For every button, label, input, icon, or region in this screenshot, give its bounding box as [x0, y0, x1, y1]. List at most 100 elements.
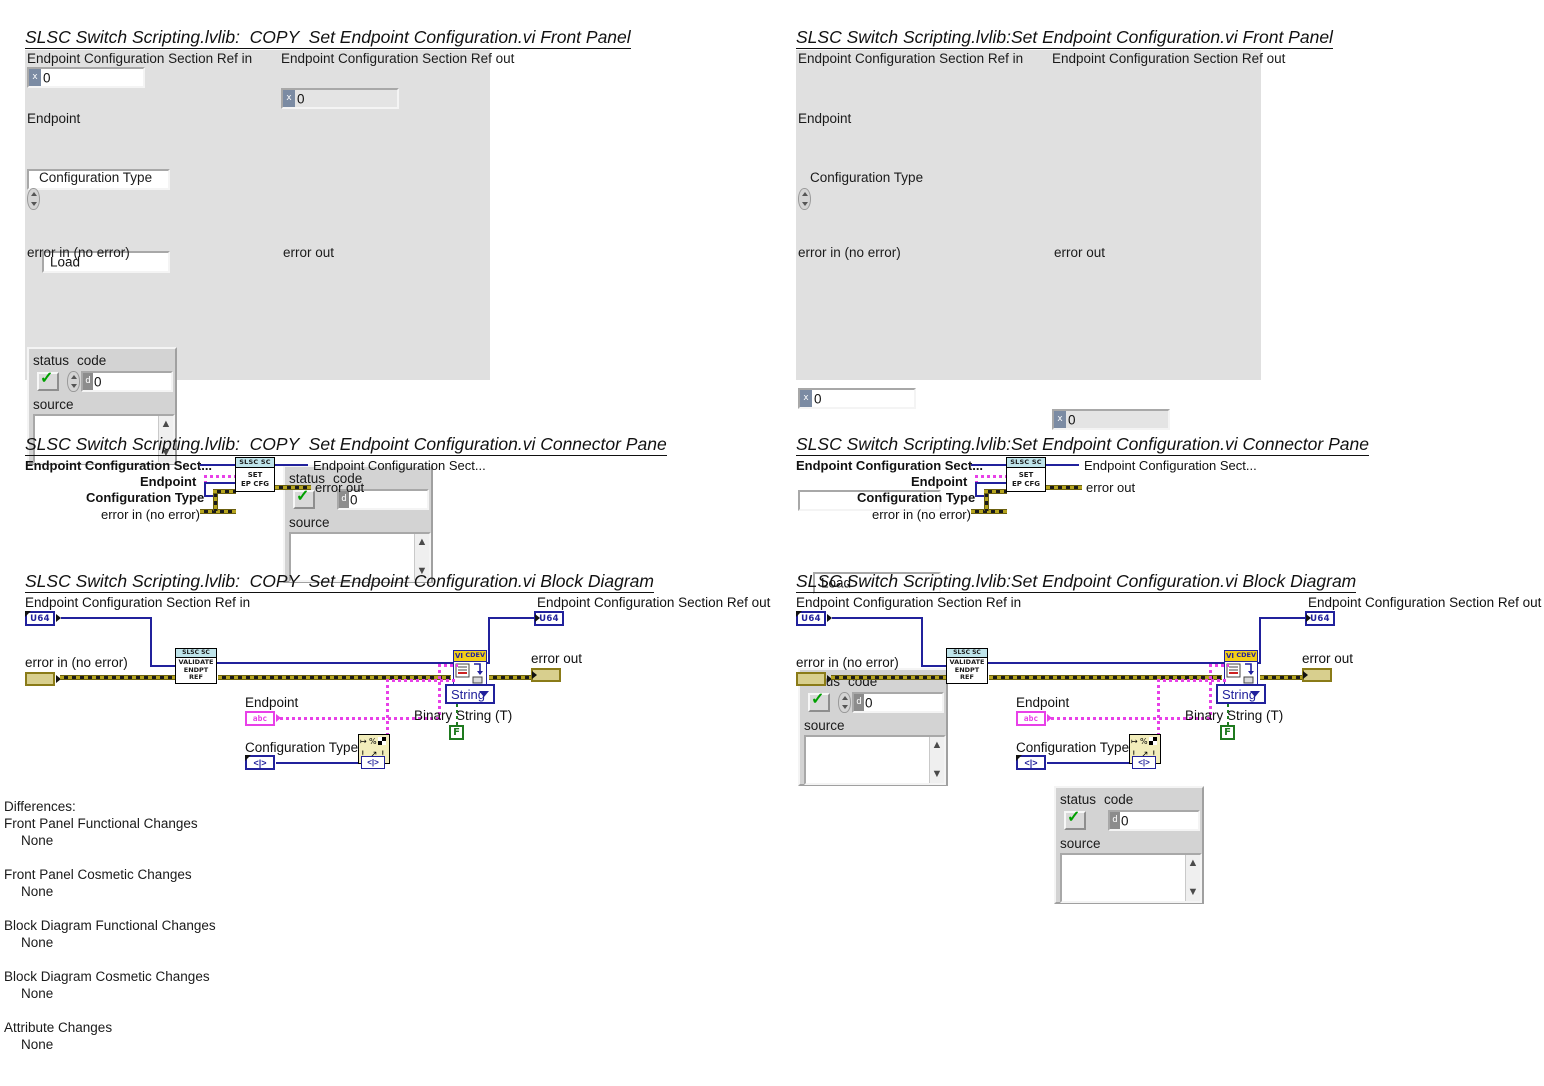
bd-string-ring-constant[interactable]: String: [1216, 684, 1266, 704]
ref-in-control[interactable]: x 0: [798, 388, 916, 409]
ref-out-indicator: x 0: [1052, 409, 1170, 430]
config-type-stepper[interactable]: [27, 188, 40, 210]
cp-wire-ref-out: [1046, 464, 1079, 466]
left-connector-pane-title: SLSC Switch Scripting.lvlib: COPY Set En…: [25, 434, 667, 457]
scroll-up-icon[interactable]: ▲: [161, 419, 172, 430]
cp-terminal-label-error-out: error out: [1086, 480, 1136, 495]
config-type-label: Configuration Type: [810, 170, 924, 185]
cp-wire-error-out: [275, 485, 311, 490]
bd-wire-to-ref-out-v: [488, 617, 490, 664]
error-in-label: error in (no error): [798, 245, 901, 260]
cp-terminal-label-ref-out: Endpoint Configuration Sect...: [1084, 458, 1257, 473]
cp-terminal-label-config-type: Configuration Type: [86, 490, 205, 505]
scroll-up-icon[interactable]: ▲: [1188, 858, 1199, 869]
bd-config-type-label: Configuration Type: [245, 740, 359, 755]
bd-wire-ref-out-h: [488, 617, 534, 619]
right-front-panel-title: SLSC Switch Scripting.lvlib:Set Endpoint…: [796, 27, 1333, 50]
cp-terminal-label-error-in: error in (no error): [101, 507, 200, 522]
cp-wire-error-top: [984, 489, 1007, 494]
scroll-down-icon[interactable]: ▼: [1188, 887, 1199, 898]
error-in-code-field[interactable]: d 0: [81, 371, 173, 392]
hex-radix-icon[interactable]: x: [29, 69, 41, 86]
cp-wire-endpoint: [204, 475, 236, 478]
bd-config-type-corner-icon: [245, 755, 251, 761]
bd-config-type-corner-icon: [1016, 755, 1022, 761]
ref-out-indicator: x 0: [281, 88, 399, 109]
bd-property-node-tag: CDEV: [1236, 651, 1256, 659]
config-type-stepper[interactable]: [798, 188, 811, 210]
bd-property-node-glyph-icon: [455, 663, 483, 684]
difference-value: None: [21, 884, 54, 899]
hex-radix-icon[interactable]: x: [1054, 411, 1066, 428]
ref-in-label: Endpoint Configuration Section Ref in: [798, 51, 1024, 66]
bd-property-node-header: VI CDEV: [454, 651, 486, 662]
bd-wire-config-str-top: [1157, 679, 1225, 682]
error-in-code-value: 0: [94, 373, 102, 389]
chevron-down-icon[interactable]: [1250, 691, 1260, 697]
bd-wire-config-type-h: [276, 762, 358, 764]
chevron-down-icon[interactable]: [479, 691, 489, 697]
difference-value: None: [21, 935, 54, 950]
config-type-label: Configuration Type: [39, 170, 153, 185]
difference-category: Front Panel Functional Changes: [4, 816, 198, 831]
bd-ref-out-label: Endpoint Configuration Section Ref out: [537, 595, 771, 610]
right-connector-pane-title: SLSC Switch Scripting.lvlib:Set Endpoint…: [796, 434, 1369, 457]
bd-string-ring-constant[interactable]: String: [445, 684, 495, 704]
scroll-up-icon[interactable]: ▲: [417, 537, 428, 548]
error-out-label: error out: [1054, 245, 1106, 260]
svg-text:%: %: [1140, 737, 1148, 746]
bd-wire-config-type-h: [1047, 762, 1129, 764]
left-connector-pane-diagram: Endpoint Configuration Sect... Endpoint …: [0, 455, 560, 525]
decimal-radix-icon[interactable]: d: [1110, 812, 1120, 829]
bd-endpoint-terminal[interactable]: abc: [245, 711, 275, 726]
error-out-source-scrollbar[interactable]: ▲ ▼: [1185, 855, 1200, 901]
bd-property-node[interactable]: VI CDEV: [453, 650, 487, 686]
error-out-cluster: status code ✓ d 0 source ▲ ▼: [1054, 786, 1204, 904]
bd-error-in-terminal[interactable]: [25, 672, 55, 686]
bd-validate-header: SLSC SC: [176, 649, 216, 658]
difference-value: None: [21, 833, 54, 848]
bd-binary-string-constant[interactable]: F: [449, 725, 464, 740]
bd-endpoint-label: Endpoint: [245, 695, 299, 710]
svg-text:%: %: [369, 737, 377, 746]
code-label: code: [1104, 792, 1134, 807]
hex-radix-icon[interactable]: x: [800, 390, 812, 407]
bd-error-in-terminal[interactable]: [796, 672, 826, 686]
bd-endpoint-label: Endpoint: [1016, 695, 1070, 710]
checkmark-icon: ✓: [40, 370, 54, 387]
bd-binary-string-constant[interactable]: F: [1220, 725, 1235, 740]
bd-validate-header: SLSC SC: [947, 649, 987, 658]
error-in-code-stepper[interactable]: [67, 371, 80, 392]
bd-wire-error-right: [489, 675, 531, 680]
bd-wire-config-str-top: [386, 679, 454, 682]
bd-ref-out-label: Endpoint Configuration Section Ref out: [1308, 595, 1542, 610]
ref-in-control[interactable]: x 0: [27, 67, 145, 88]
bd-property-node-vi-label: VI: [1226, 652, 1235, 660]
decimal-radix-icon[interactable]: d: [83, 373, 93, 390]
ref-out-value: 0: [1068, 411, 1076, 427]
cp-terminal-label-endpoint: Endpoint: [140, 474, 197, 489]
bd-property-node[interactable]: VI CDEV: [1224, 650, 1258, 686]
cp-vi-icon: SLSC SC SET EP CFG: [1006, 457, 1046, 492]
cp-terminal-label-error-in: error in (no error): [872, 507, 971, 522]
cp-wire-error-top: [213, 489, 236, 494]
cp-icon-line1: SET: [1018, 471, 1034, 479]
ref-out-label: Endpoint Configuration Section Ref out: [281, 51, 515, 66]
hex-radix-icon[interactable]: x: [283, 90, 295, 107]
difference-category: Attribute Changes: [4, 1020, 113, 1035]
error-out-label: error out: [283, 245, 335, 260]
bd-wire-ref-in-to-node: [921, 665, 946, 667]
error-in-status-led[interactable]: ✓: [37, 370, 59, 391]
difference-category: Block Diagram Functional Changes: [4, 918, 216, 933]
left-block-diagram-canvas: Endpoint Configuration Section Ref in U6…: [0, 594, 770, 784]
bd-validate-endpoint-ref-subvi[interactable]: SLSC SC VALIDATE ENDPT REF: [946, 648, 988, 684]
bd-endpoint-terminal[interactable]: abc: [1016, 711, 1046, 726]
bd-validate-endpoint-ref-subvi[interactable]: SLSC SC VALIDATE ENDPT REF: [175, 648, 217, 684]
cp-wire-ref-out: [275, 464, 308, 466]
cp-terminal-label-ref-in: Endpoint Configuration Sect...: [796, 458, 984, 473]
error-out-source-field: ▲ ▼: [1060, 853, 1202, 903]
bd-validate-line3: REF: [960, 673, 974, 681]
bd-wire-endpoint-top: [1209, 664, 1229, 667]
